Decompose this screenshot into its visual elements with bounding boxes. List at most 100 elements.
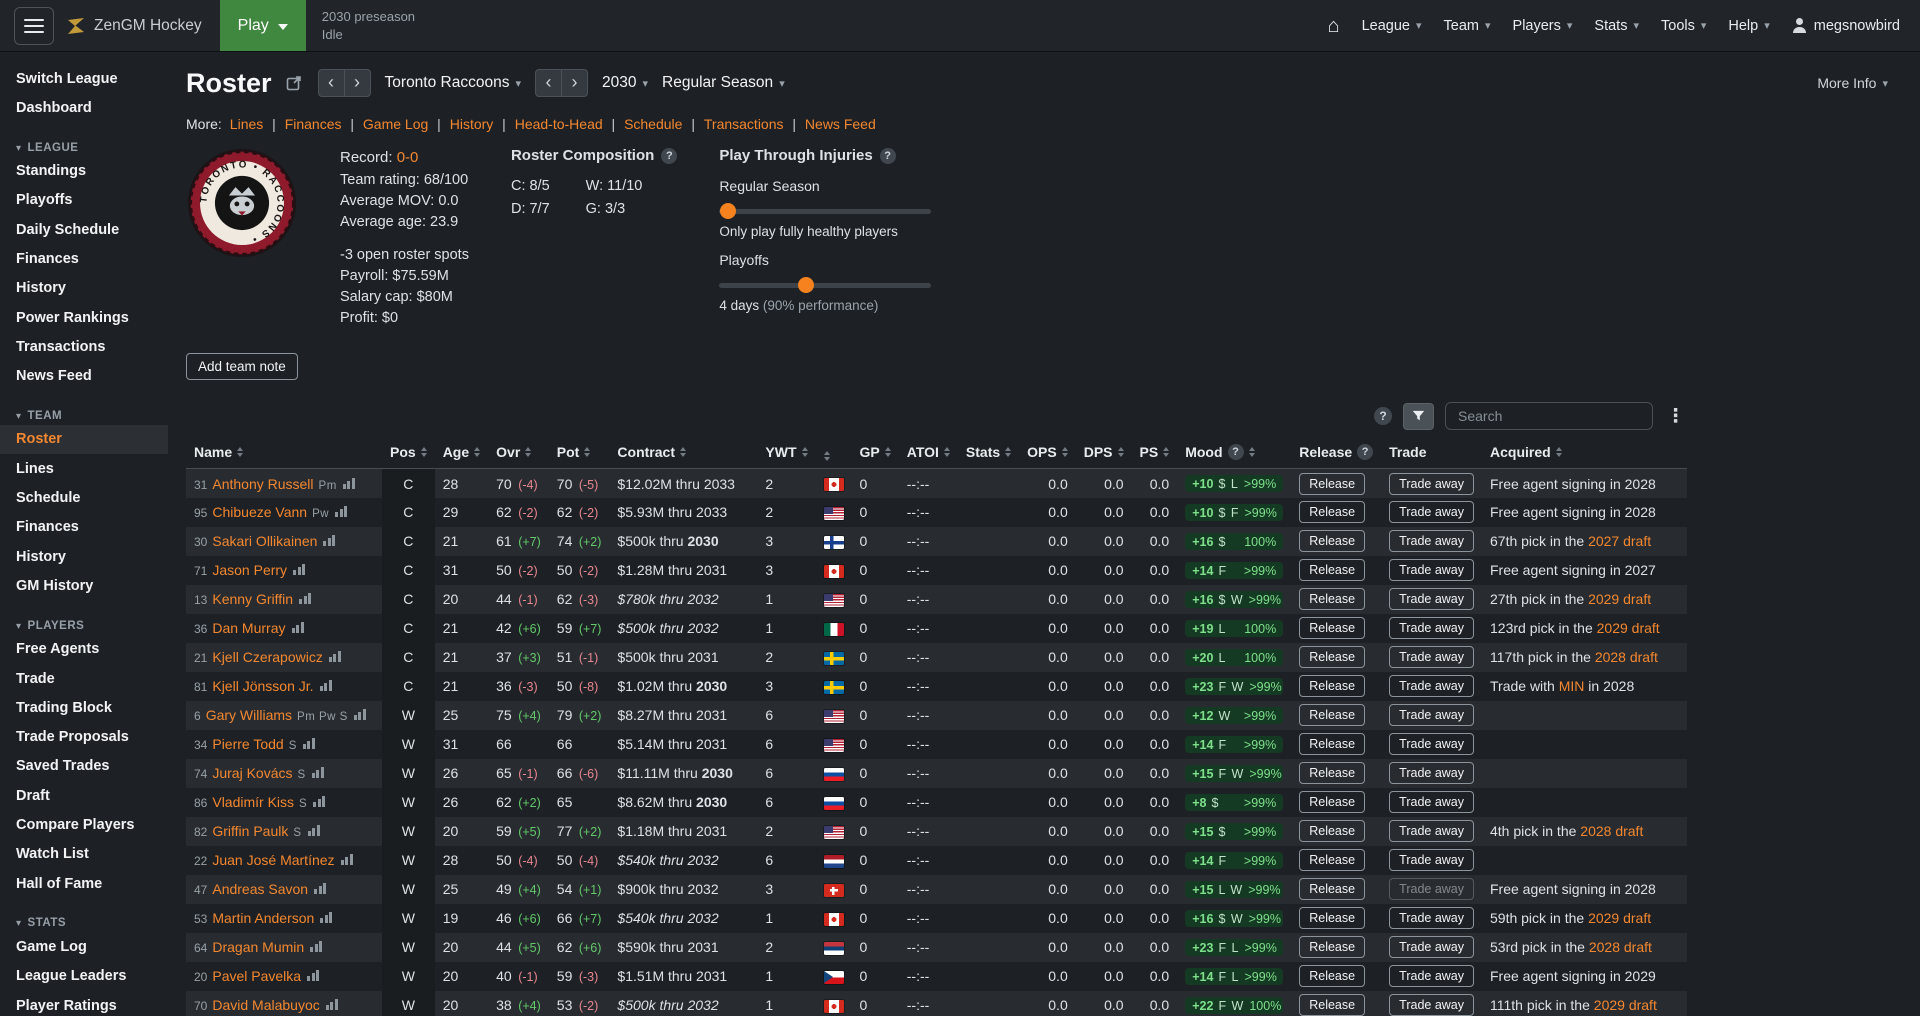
sort-icon[interactable] <box>1249 447 1255 457</box>
player-link[interactable]: Chibueze Vann <box>212 504 307 520</box>
more-link-news-feed[interactable]: News Feed <box>805 116 876 132</box>
season-dropdown[interactable]: 2030 <box>602 74 648 92</box>
mood-badge[interactable]: +15L W>99% <box>1185 881 1283 898</box>
sidebar-item-finances[interactable]: Finances <box>0 513 168 542</box>
trade-away-button[interactable]: Trade away <box>1389 646 1474 668</box>
player-stats-icon[interactable] <box>308 825 320 836</box>
help-icon[interactable] <box>1228 444 1244 460</box>
sort-icon[interactable] <box>237 447 243 457</box>
trade-away-button[interactable]: Trade away <box>1389 588 1474 610</box>
slider-thumb[interactable] <box>798 277 814 293</box>
col-header-contract[interactable]: Contract <box>609 440 757 469</box>
trade-away-button[interactable]: Trade away <box>1389 617 1474 639</box>
playoffs-slider[interactable] <box>719 276 931 294</box>
sidebar-item-daily-schedule[interactable]: Daily Schedule <box>0 215 168 244</box>
more-link-transactions[interactable]: Transactions <box>704 116 784 132</box>
sidebar-item-roster[interactable]: Roster <box>0 425 168 454</box>
player-link[interactable]: David Malabuyoc <box>212 997 319 1013</box>
sidebar-section-team[interactable]: TEAM <box>0 406 168 425</box>
player-stats-icon[interactable] <box>354 709 366 720</box>
trade-away-button[interactable]: Trade away <box>1389 907 1474 929</box>
sort-icon[interactable] <box>802 447 808 457</box>
player-stats-icon[interactable] <box>310 941 322 952</box>
player-stats-icon[interactable] <box>320 912 332 923</box>
sidebar-item-saved-trades[interactable]: Saved Trades <box>0 752 168 781</box>
mood-badge[interactable]: +14F L>99% <box>1185 968 1283 985</box>
sort-icon[interactable] <box>944 447 950 457</box>
sort-icon[interactable] <box>421 447 427 457</box>
prev-season-button[interactable] <box>535 69 562 97</box>
mood-badge[interactable]: +20L100% <box>1185 649 1283 666</box>
mood-badge[interactable]: +14F>99% <box>1185 852 1283 869</box>
nav-league[interactable]: League <box>1362 18 1422 34</box>
mood-badge[interactable]: +23F W>99% <box>1185 678 1283 695</box>
acquired-link[interactable]: 2027 draft <box>1588 533 1651 549</box>
search-input[interactable] <box>1445 402 1653 430</box>
sort-icon[interactable] <box>1556 447 1562 457</box>
composition-help-icon[interactable] <box>661 148 677 164</box>
trade-away-button[interactable]: Trade away <box>1389 733 1474 755</box>
next-season-button[interactable] <box>561 69 588 97</box>
release-button[interactable]: Release <box>1299 791 1365 813</box>
sidebar-item-draft[interactable]: Draft <box>0 781 168 810</box>
play-button[interactable]: Play <box>220 0 306 51</box>
player-link[interactable]: Vladimír Kiss <box>212 794 294 810</box>
acquired-link[interactable]: 2028 draft <box>1595 649 1658 665</box>
sort-icon[interactable] <box>680 447 686 457</box>
release-button[interactable]: Release <box>1299 994 1365 1016</box>
team-dropdown[interactable]: Toronto Raccoons <box>385 74 521 92</box>
sort-icon[interactable] <box>1163 447 1169 457</box>
sidebar-item-trade[interactable]: Trade <box>0 664 168 693</box>
player-link[interactable]: Griffin Paulk <box>212 823 288 839</box>
release-button[interactable]: Release <box>1299 473 1365 495</box>
release-button[interactable]: Release <box>1299 530 1365 552</box>
release-button[interactable]: Release <box>1299 878 1365 900</box>
player-stats-icon[interactable] <box>303 738 315 749</box>
release-button[interactable]: Release <box>1299 936 1365 958</box>
trade-away-button[interactable]: Trade away <box>1389 559 1474 581</box>
sidebar-item-standings[interactable]: Standings <box>0 157 168 186</box>
next-team-button[interactable] <box>344 69 371 97</box>
player-stats-icon[interactable] <box>299 593 311 604</box>
sidebar-item-news-feed[interactable]: News Feed <box>0 362 168 391</box>
mood-badge[interactable]: +8$>99% <box>1185 794 1283 811</box>
sidebar-item-dashboard[interactable]: Dashboard <box>0 93 168 122</box>
more-link-schedule[interactable]: Schedule <box>624 116 682 132</box>
player-link[interactable]: Dragan Mumin <box>212 939 304 955</box>
sidebar-section-league[interactable]: LEAGUE <box>0 138 168 157</box>
sort-icon[interactable] <box>525 447 531 457</box>
nav-tools[interactable]: Tools <box>1661 18 1706 34</box>
acquired-link[interactable]: 2028 draft <box>1589 939 1652 955</box>
sort-icon[interactable] <box>1062 447 1068 457</box>
col-header-gp[interactable]: GP <box>852 440 899 469</box>
sidebar-item-compare-players[interactable]: Compare Players <box>0 811 168 840</box>
player-link[interactable]: Andreas Savon <box>212 881 308 897</box>
sidebar-item-playoffs[interactable]: Playoffs <box>0 186 168 215</box>
release-button[interactable]: Release <box>1299 704 1365 726</box>
player-link[interactable]: Kenny Griffin <box>212 591 293 607</box>
trade-away-button[interactable]: Trade away <box>1389 675 1474 697</box>
acquired-link[interactable]: 2029 draft <box>1597 620 1660 636</box>
player-link[interactable]: Jason Perry <box>212 562 287 578</box>
more-link-game-log[interactable]: Game Log <box>363 116 428 132</box>
mood-badge[interactable]: +12W>99% <box>1185 707 1283 724</box>
help-icon[interactable] <box>1357 444 1373 460</box>
player-stats-icon[interactable] <box>292 622 304 633</box>
sidebar-item-game-log[interactable]: Game Log <box>0 932 168 961</box>
hamburger-menu-button[interactable] <box>14 7 54 45</box>
mood-badge[interactable]: +10$ F>99% <box>1185 504 1283 521</box>
more-link-head-to-head[interactable]: Head-to-Head <box>515 116 603 132</box>
more-link-finances[interactable]: Finances <box>285 116 342 132</box>
release-button[interactable]: Release <box>1299 617 1365 639</box>
release-button[interactable]: Release <box>1299 820 1365 842</box>
regular-season-slider[interactable] <box>719 202 931 220</box>
sort-icon[interactable] <box>885 447 891 457</box>
player-link[interactable]: Kjell Czerapowicz <box>212 649 322 665</box>
player-stats-icon[interactable] <box>343 478 355 489</box>
release-button[interactable]: Release <box>1299 675 1365 697</box>
sort-icon[interactable] <box>584 447 590 457</box>
release-button[interactable]: Release <box>1299 965 1365 987</box>
sidebar-item-trading-block[interactable]: Trading Block <box>0 693 168 722</box>
sidebar-section-stats[interactable]: STATS <box>0 913 168 932</box>
mood-badge[interactable]: +14F>99% <box>1185 736 1283 753</box>
